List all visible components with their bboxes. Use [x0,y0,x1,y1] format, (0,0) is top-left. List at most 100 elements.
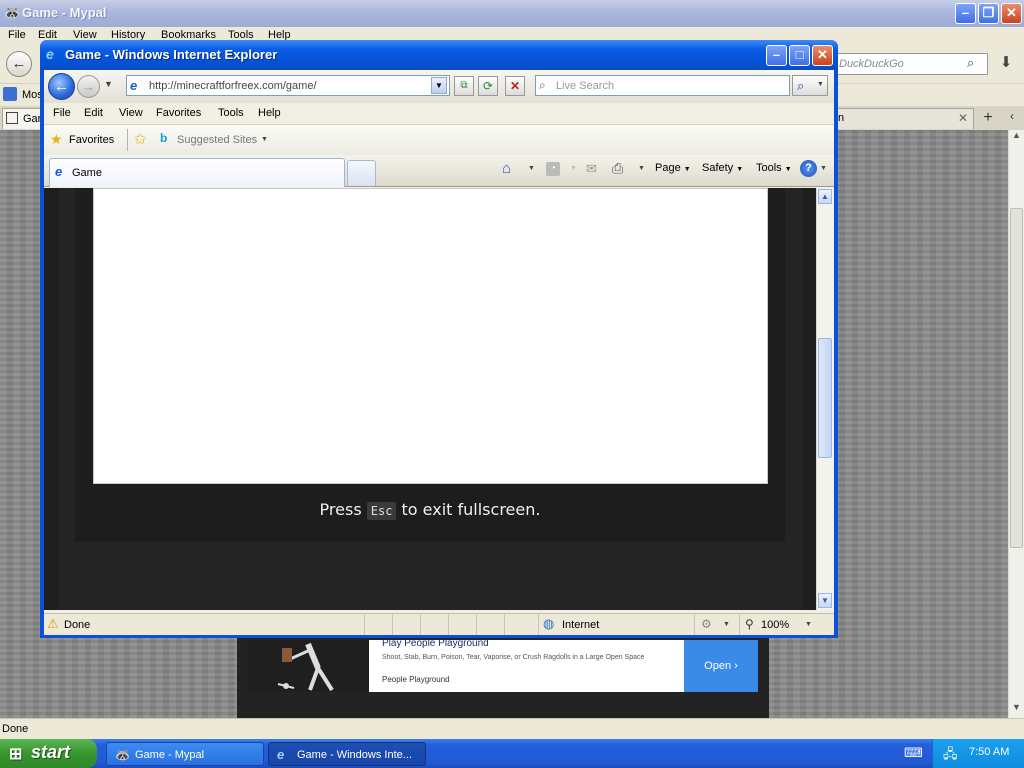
ie-menu-file[interactable]: File [53,107,71,119]
tools-chevron-icon: ▼ [784,166,792,173]
ie-menu-view[interactable]: View [119,107,143,119]
ie-zoom-level[interactable]: 100% [761,619,789,631]
tab-favicon-icon [6,112,18,124]
internet-zone-icon: ◍ [543,616,555,631]
mypal-menu-file[interactable]: File [8,29,26,41]
ie-new-tab-button[interactable] [347,160,376,186]
print-icon[interactable]: ⎙ [612,160,623,177]
tray-clock: 7:50 AM [969,746,1010,758]
keyboard-icon[interactable]: ⌨ [904,745,923,761]
ie-maximize-button[interactable]: □ [789,45,810,66]
zoom-chevron-icon[interactable]: ▼ [805,621,812,628]
ragdoll-figure-icon [277,642,334,692]
ad-advertiser: People Playground [382,675,450,684]
start-button[interactable]: ⊞ start [0,739,97,768]
stop-icon[interactable]: ✕ [505,76,525,96]
help-chevron-icon[interactable]: ▼ [820,165,827,172]
ie-address-text: http://minecraftforfreex.com/game/ [149,80,317,92]
system-tray: 🖧 7:50 AM [932,739,1024,768]
ie-scroll-up-icon[interactable]: ▲ [818,189,832,204]
network-icon[interactable]: 🖧 [943,745,958,767]
safety-chevron-icon: ▼ [736,166,744,173]
home-icon[interactable]: ⌂ [502,160,511,177]
mypal-minimize-button[interactable]: – [955,3,976,24]
ie-scroll-down-icon[interactable]: ▼ [818,593,832,608]
ad-text-card[interactable]: Play People Playground Shoot, Stab, Burn… [369,638,684,692]
ie-menu-favorites[interactable]: Favorites [156,107,201,119]
page-chevron-icon: ▼ [683,166,691,173]
suggested-sites-button[interactable]: b Suggested Sites ▼ [160,131,270,149]
print-chevron-icon[interactable]: ▼ [638,165,645,172]
ie-vertical-scrollbar[interactable]: ▲ ▼ [816,188,833,610]
mypal-title-bar[interactable]: 🦝 Game - Mypal – ❐ ✕ [0,0,1024,27]
taskbar-item-mypal[interactable]: 🦝 Game - Mypal [106,742,264,766]
mypal-scroll-thumb[interactable] [1010,208,1023,548]
ie-taskbar-icon: e [277,747,285,762]
mypal-status-text: Done [2,723,29,735]
mypal-window-title: Game - Mypal [22,5,107,20]
address-dropdown-chevron-icon[interactable]: ▼ [431,77,447,94]
feeds-icon[interactable]: ◔ [546,162,560,176]
ie-forward-icon[interactable]: → [77,75,100,98]
ie-menu-help[interactable]: Help [258,107,281,119]
zoom-icon[interactable]: ⚲ [745,617,754,631]
mypal-tab-2[interactable]: n ✕ [837,108,974,129]
favorites-separator [127,129,128,151]
ie-scroll-thumb[interactable] [818,338,832,458]
search-icon: ⌕ [797,78,805,93]
safety-menu-button[interactable]: Safety ▼ [702,162,743,178]
page-menu-button[interactable]: Page ▼ [655,162,691,178]
taskbar-item-ie[interactable]: e Game - Windows Inte... [268,742,426,766]
ie-title-bar[interactable]: e Game - Windows Internet Explorer – □ ✕ [40,40,838,70]
protected-mode-chevron-icon[interactable]: ▼ [723,621,730,628]
tab-close-icon[interactable]: ✕ [958,111,968,125]
ie-address-toolbar: ← → ▼ e http://minecraftforfreex.com/gam… [44,70,834,103]
ie-window-title: Game - Windows Internet Explorer [65,47,278,62]
mypal-maximize-button[interactable]: ❐ [978,3,999,24]
favorites-star-icon: ★ [50,131,63,147]
mypal-search-icon[interactable]: ⌕ [967,55,974,71]
game-canvas[interactable] [93,188,768,484]
feeds-chevron-icon: ▼ [570,165,577,172]
fullscreen-notice: Press Esc to exit fullscreen. [319,500,541,520]
bing-icon: b [160,131,168,145]
search-options-chevron-icon[interactable]: ▼ [817,81,824,88]
home-chevron-icon[interactable]: ▼ [528,165,535,172]
mypal-back-icon[interactable]: ← [6,51,32,77]
ie-history-chevron-icon[interactable]: ▼ [104,79,113,89]
tab-list-chevron-icon[interactable]: ‹ [1004,109,1020,128]
mail-icon[interactable]: ✉ [586,161,597,177]
ad-open-button[interactable]: Open › [684,640,758,692]
ie-close-button[interactable]: ✕ [812,45,833,66]
new-tab-icon[interactable]: + [978,109,998,128]
live-search-icon: ⌕ [539,78,546,92]
ie-page-viewport: Press Esc to exit fullscreen. [44,188,816,610]
ie-search-button[interactable]: ⌕ ▼ [792,75,828,96]
ie-address-input[interactable]: e http://minecraftforfreex.com/game/ ▼ [126,75,450,96]
compatibility-view-icon[interactable]: ⧉ [454,76,474,96]
bookmark-icon [3,87,17,101]
mypal-download-icon[interactable]: ⬇ [994,53,1018,75]
scroll-up-icon[interactable]: ▲ [1010,130,1023,144]
mypal-search-input[interactable]: DuckDuckGo ⌕ [836,53,988,75]
ie-search-input[interactable]: ⌕ Live Search [535,75,790,96]
ie-menu-tools[interactable]: Tools [218,107,244,119]
ie-minimize-button[interactable]: – [766,45,787,66]
ie-menu-edit[interactable]: Edit [84,107,103,119]
scroll-down-icon[interactable]: ▼ [1010,702,1023,716]
add-to-favorites-icon[interactable]: ✩ [134,130,147,148]
ad-description: Shoot, Stab, Burn, Poison, Tear, Vaporis… [382,654,645,661]
refresh-icon[interactable]: ⟳ [478,76,498,96]
ie-tab-game[interactable]: e Game [49,158,345,187]
mypal-vertical-scrollbar[interactable]: ▲ ▼ [1008,130,1024,718]
mypal-taskbar-icon: 🦝 [115,748,130,762]
tab-ie-icon: e [55,164,63,179]
protected-mode-icon[interactable]: ⚙ [701,617,712,631]
esc-key-badge: Esc [366,502,397,520]
ie-back-icon[interactable]: ← [48,73,75,100]
mypal-close-button[interactable]: ✕ [1001,3,1022,24]
help-icon[interactable]: ? [800,160,817,177]
tools-menu-button[interactable]: Tools ▼ [756,162,792,178]
ie-menu-bar: File Edit View Favorites Tools Help [44,103,834,125]
ie-zone-text: Internet [562,619,600,631]
